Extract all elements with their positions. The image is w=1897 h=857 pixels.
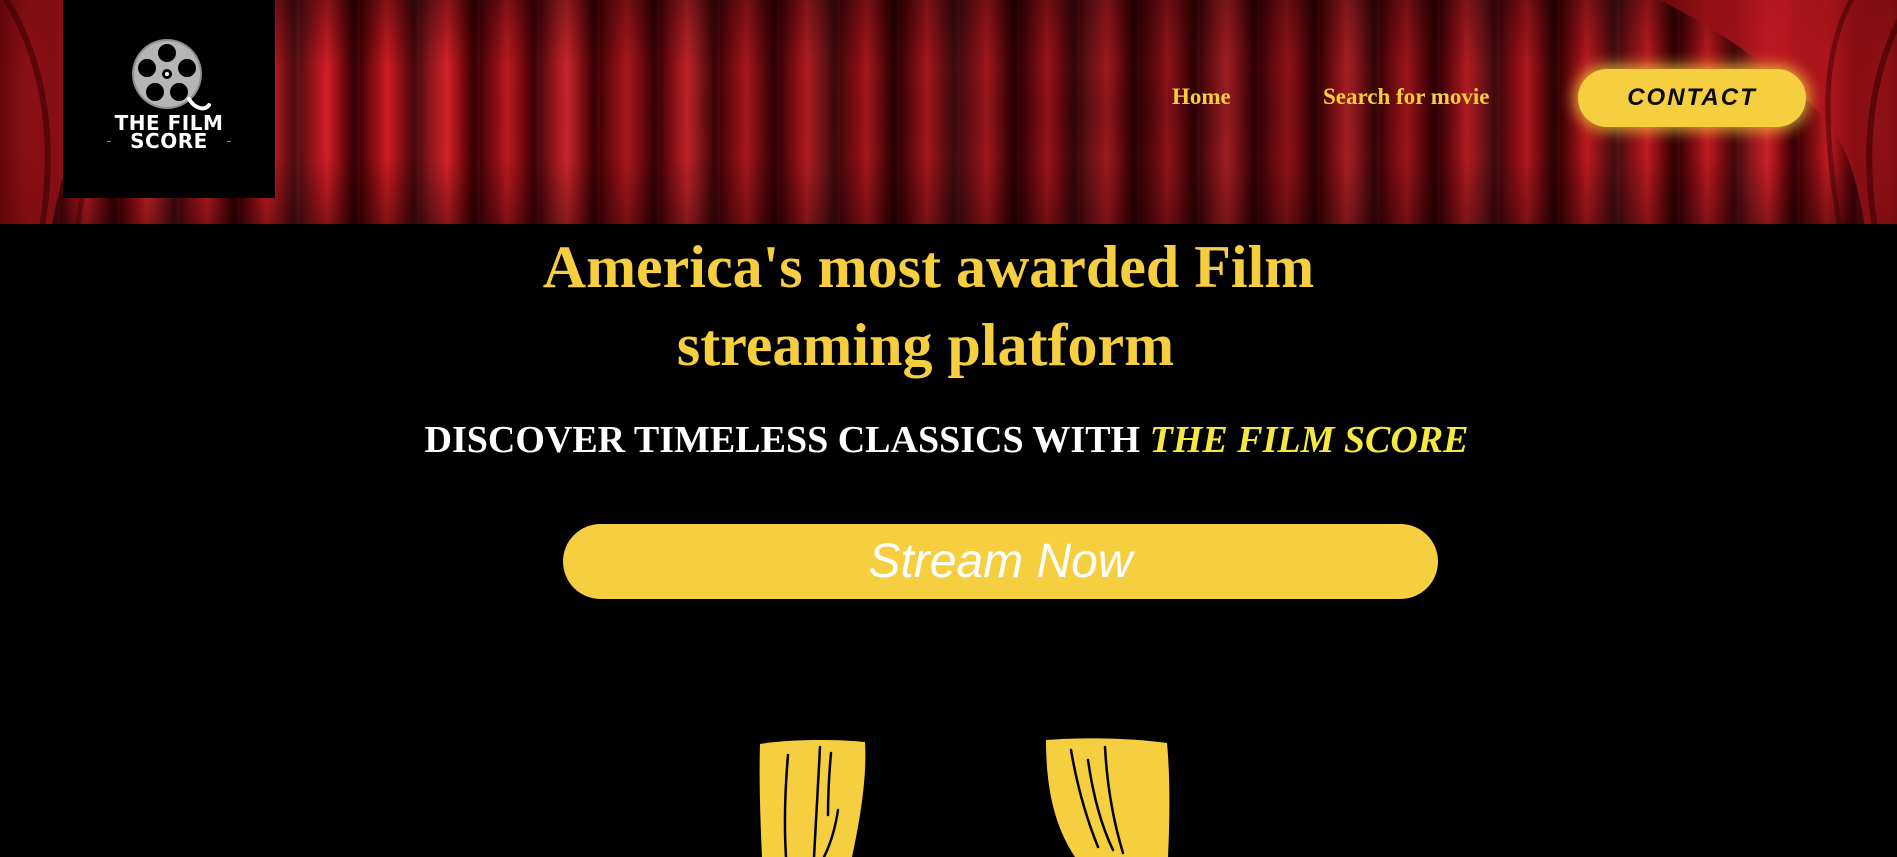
contact-button[interactable]: CONTACT <box>1578 69 1806 127</box>
nav-home-link[interactable]: Home <box>1172 84 1231 110</box>
stream-now-button[interactable]: Stream Now <box>563 524 1438 599</box>
subtitle-text: DISCOVER TIMELESS CLASSICS WITH <box>424 419 1150 461</box>
curtain-right-icon <box>1046 738 1170 857</box>
hero-title-line-1: America's most awarded Film <box>542 234 1315 300</box>
logo-line-2: SCORE <box>106 131 232 151</box>
nav-search-link[interactable]: Search for movie <box>1323 84 1490 110</box>
header-banner: THE FILM SCORE Home Search for movie CON… <box>0 0 1897 224</box>
subtitle-brand: THE FILM SCORE <box>1149 419 1469 461</box>
brand-logo[interactable]: THE FILM SCORE <box>63 0 275 198</box>
hero-title: America's most awarded Film streaming pl… <box>0 228 1897 384</box>
film-reel-icon <box>132 39 211 111</box>
logo-text: THE FILM SCORE <box>106 113 232 151</box>
hero-title-line-2: streaming platform <box>676 312 1175 378</box>
curtain-left-icon <box>759 739 866 857</box>
hero-subtitle: DISCOVER TIMELESS CLASSICS WITH THE FILM… <box>0 418 1895 462</box>
